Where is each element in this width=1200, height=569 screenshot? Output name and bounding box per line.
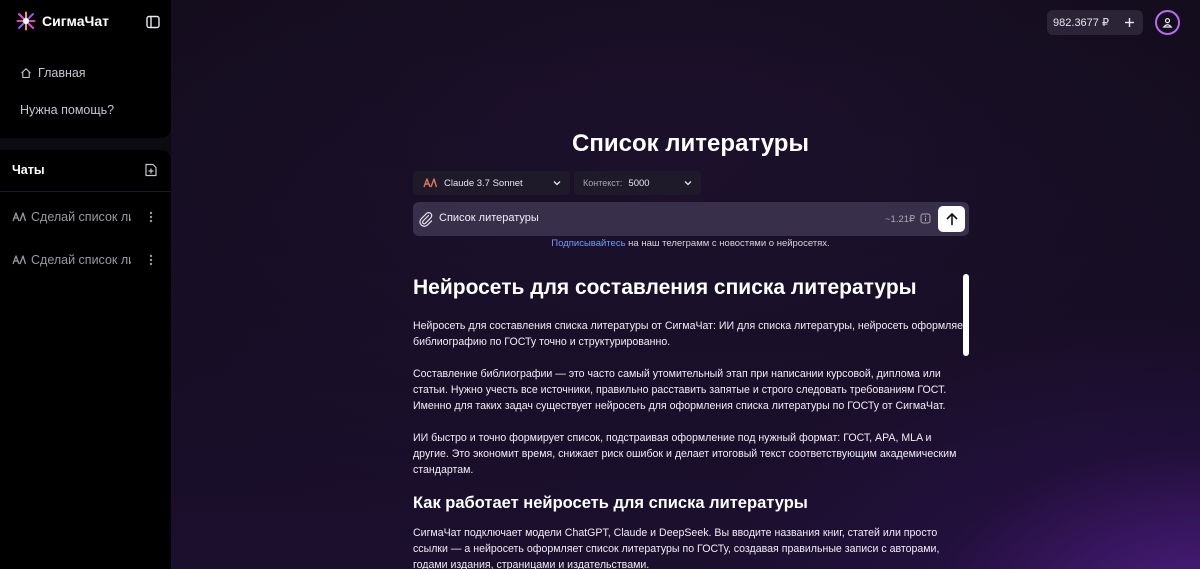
chat-list-item[interactable]: Сделай список литературы [12,206,162,228]
home-icon [21,68,31,79]
article-heading: Нейросеть для составления списка литерат… [413,276,917,299]
chats-title: Чаты [12,163,45,177]
telegram-text: на наш телеграмм с новостями о нейросетя… [625,238,830,249]
main-area: 982.3677 ₽ Список литературы Claude 3.7 … [171,0,1200,569]
claude-model-icon [12,212,26,222]
user-icon [1162,17,1173,28]
prompt-input-bar: Список литературы ~1.21₽ [413,202,969,236]
context-label: Контекст: [583,178,623,188]
sigmachat-logo-icon [16,11,36,31]
article-paragraph: ИИ быстро и точно формирует список, подс… [413,432,957,476]
article-paragraph: Нейросеть для составления списка литерат… [413,320,968,348]
divider [0,191,171,192]
chat-title: Сделай список литературы [31,253,131,267]
article-paragraph: Составление библиографии — это часто сам… [413,368,947,412]
plus-icon [1124,18,1134,27]
balance-display[interactable]: 982.3677 ₽ [1047,10,1115,35]
brand-name: СигмаЧат [42,13,109,29]
top-up-button[interactable] [1115,10,1143,35]
profile-button[interactable] [1155,10,1180,35]
nav-home-label: Главная [38,66,86,80]
model-select[interactable]: Claude 3.7 Sonnet [413,171,570,195]
info-icon[interactable] [920,213,931,224]
model-name: Claude 3.7 Sonnet [444,177,523,189]
telegram-subscribe-line: Подписывайтесь на наш телеграмм с новост… [171,238,1200,249]
new-chat-icon[interactable] [143,162,159,178]
context-select[interactable]: Контекст: 5000 [574,171,701,195]
sidebar-toggle-icon[interactable] [145,14,161,30]
prompt-input[interactable]: Список литературы [439,212,539,224]
page-title: Список литературы [572,130,809,157]
article-paragraph: СигмаЧат подключает модели ChatGPT, Clau… [413,527,940,569]
arrow-up-icon [946,213,957,226]
chats-panel: Чаты Сделай список литературы [0,150,171,569]
article-content: Нейросеть для составления списка литерат… [413,276,969,569]
article-subheading: Как работает нейросеть для списка литера… [413,494,808,512]
send-button[interactable] [938,206,965,232]
sidebar-top-panel: СигмаЧат Главная Нужна помощь? [0,0,171,138]
context-value: 5000 [628,177,650,189]
request-cost: ~1.21₽ [885,214,916,225]
nav-home[interactable]: Главная [20,66,86,80]
app-window: СигмаЧат Главная Нужна помощь? Чаты Сдел… [0,0,1200,569]
scrollbar-thumb[interactable] [963,274,969,356]
chat-list-item[interactable]: Сделай список литературы [12,249,162,271]
claude-model-icon [12,255,26,265]
chat-title: Сделай список литературы [31,210,131,224]
claude-model-icon [423,178,437,188]
brand[interactable]: СигмаЧат [16,11,109,31]
chevron-down-icon [553,181,561,186]
chevron-down-icon [684,181,692,186]
paperclip-icon[interactable] [418,211,434,227]
more-vertical-icon[interactable] [145,210,157,224]
nav-help[interactable]: Нужна помощь? [20,103,114,117]
telegram-link[interactable]: Подписывайтесь [551,238,625,249]
sidebar: СигмаЧат Главная Нужна помощь? Чаты Сдел… [0,0,171,569]
more-vertical-icon[interactable] [145,253,157,267]
